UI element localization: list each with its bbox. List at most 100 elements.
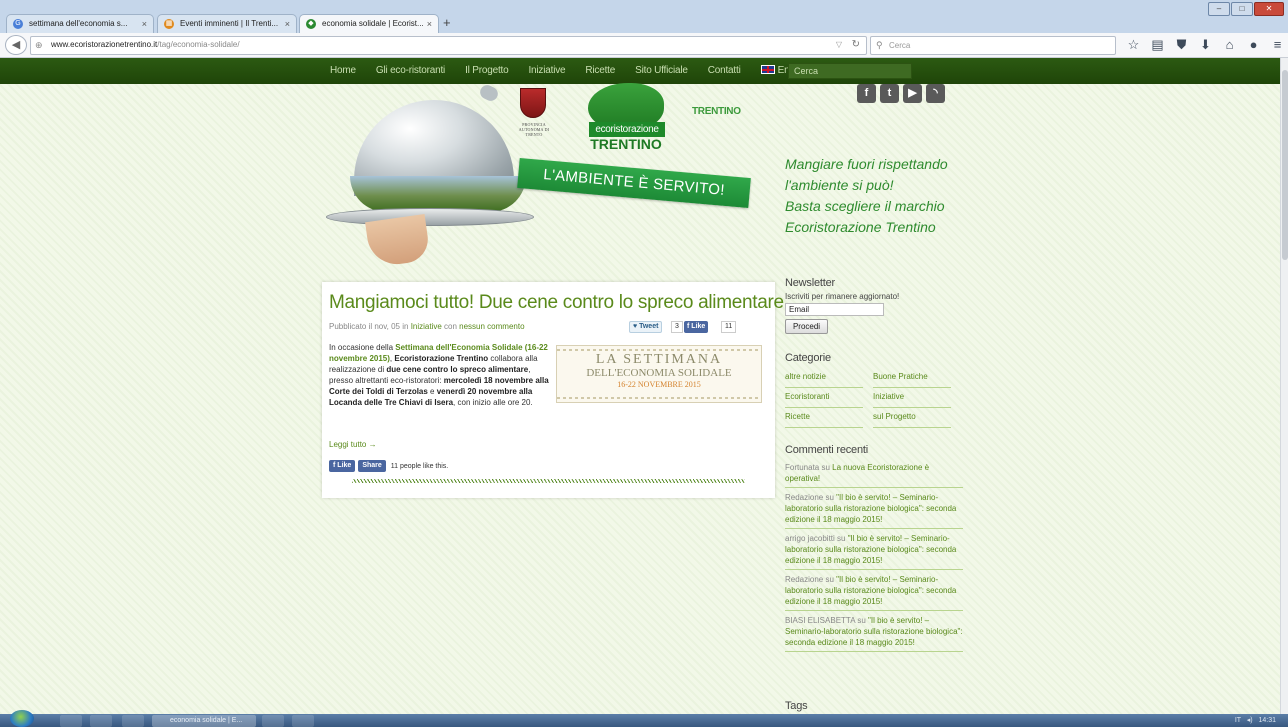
tweet-button[interactable]: ♥ Tweet — [629, 321, 663, 333]
language-indicator[interactable]: IT — [1235, 717, 1241, 724]
facebook-icon[interactable]: f — [857, 84, 876, 103]
category-link[interactable]: Ecoristoranti — [785, 388, 863, 408]
like-label: Like — [691, 323, 706, 330]
facebook-share-row: f Like Share 11 people like this. — [329, 460, 448, 472]
taskbar-firefox-window[interactable]: economia solidale | E... — [152, 715, 256, 727]
url-dropdown-icon[interactable]: ▽ — [836, 40, 842, 49]
tagline-line: Mangiare fuori rispettando — [785, 156, 948, 172]
page-scrollbar[interactable] — [1280, 58, 1288, 714]
comment-author: BIASI ELISABETTA — [785, 616, 856, 625]
ecoristorazione-icon: ◆ — [306, 19, 316, 29]
clock[interactable]: 14:31 — [1258, 717, 1276, 724]
minimize-button[interactable]: – — [1208, 2, 1230, 16]
nav-item-eco-ristoranti[interactable]: Gli eco-ristoranti — [376, 58, 445, 84]
calendar-icon: ▦ — [164, 19, 174, 29]
newsletter-heading: Newsletter — [785, 277, 835, 289]
banner-line: LA SETTIMANA — [595, 352, 723, 367]
fb-share-button[interactable]: Share — [358, 460, 386, 472]
post-card: Mangiamoci tutto! Due cene contro lo spr… — [322, 282, 784, 498]
recent-comment: Fortunata su La nuova Ecoristorazione è … — [785, 462, 963, 488]
taskbar-folder-icon[interactable] — [262, 715, 284, 727]
close-window-button[interactable]: ✕ — [1254, 2, 1284, 16]
category-link[interactable]: sul Progetto — [873, 408, 951, 428]
new-tab-button[interactable]: + — [443, 15, 451, 30]
chat-icon[interactable]: ● — [1245, 37, 1262, 53]
comment-author: arrigo jacobitti — [785, 534, 835, 543]
back-button[interactable]: ◀ — [5, 35, 27, 55]
site-identity-icon[interactable]: ⊕ — [35, 40, 43, 51]
fb-like-button[interactable]: f Like — [329, 460, 356, 472]
tab-eventi[interactable]: ▦ Eventi imminenti | Il Trenti... × — [157, 14, 297, 33]
province-label: PROVINCIA AUTONOMA DI TRENTO — [518, 122, 550, 137]
categories-heading: Categorie — [785, 352, 831, 364]
maximize-button[interactable]: □ — [1231, 2, 1253, 16]
tab-settimana[interactable]: G settimana dell'economia s... × — [6, 14, 154, 33]
meta-comments-link[interactable]: nessun commento — [459, 322, 524, 331]
mountain-scene-image — [350, 176, 526, 212]
nav-item-ricette[interactable]: Ricette — [585, 58, 615, 84]
tagline-line: Ecoristorazione Trentino — [785, 219, 936, 235]
post-title[interactable]: Mangiamoci tutto! Due cene contro lo spr… — [329, 292, 784, 314]
taskbar-explorer-icon[interactable] — [60, 715, 82, 727]
uk-flag-icon — [760, 65, 775, 74]
tagline-line: l'ambiente si può! — [785, 177, 894, 193]
nav-item-contatti[interactable]: Contatti — [708, 58, 741, 84]
nav-item-sito-ufficiale[interactable]: Sito Ufficiale — [635, 58, 688, 84]
fb-like-label: Like — [337, 462, 352, 469]
site-search-input[interactable]: Cerca — [788, 63, 912, 79]
home-icon[interactable]: ⌂ — [1221, 37, 1238, 53]
category-link[interactable]: Buone Pratiche — [873, 368, 951, 388]
logo-trentino-word: TRENTINO — [590, 136, 662, 152]
settimana-banner-image[interactable]: LA SETTIMANA DELL'ECONOMIA SOLIDALE 16-2… — [556, 345, 762, 403]
taskbar-app-icon[interactable] — [122, 715, 144, 727]
rss-icon[interactable]: ◝ — [926, 84, 945, 103]
address-bar[interactable]: ⊕ www.ecoristorazionetrentino.it/tag/eco… — [30, 36, 867, 55]
banner-date: 16-22 NOVEMBRE 2015 — [617, 380, 701, 389]
category-link[interactable]: Iniziative — [873, 388, 951, 408]
recent-comment: Redazione su "Il bio è servito! – Semina… — [785, 492, 963, 529]
twitter-bird-icon: ♥ — [633, 323, 638, 330]
start-button[interactable] — [10, 710, 34, 727]
post-meta: Pubblicato il nov, 05 in Iniziative con … — [329, 322, 525, 331]
browser-search-input[interactable]: ⚲ Cerca — [870, 36, 1116, 55]
facebook-like-button[interactable]: f Like — [684, 321, 709, 333]
google-icon: G — [13, 19, 23, 29]
twitter-icon[interactable]: t — [880, 84, 899, 103]
comment-author: Fortunata — [785, 463, 820, 472]
category-link[interactable]: altre notizie — [785, 368, 863, 388]
categories-list: altre notizie Buone Pratiche Ecoristoran… — [785, 368, 951, 428]
recent-comment: arrigo jacobitti su "Il bio è servito! –… — [785, 533, 963, 570]
browser-toolbar: ◀ ⊕ www.ecoristorazionetrentino.it/tag/e… — [0, 33, 1288, 58]
menu-icon[interactable]: ≡ — [1269, 37, 1286, 53]
nav-item-progetto[interactable]: Il Progetto — [465, 58, 509, 84]
taskbar-media-icon[interactable] — [292, 715, 314, 727]
reload-icon[interactable]: ↻ — [852, 39, 860, 50]
meta-category-link[interactable]: Iniziative — [411, 322, 442, 331]
reading-list-icon[interactable]: ▤ — [1149, 37, 1166, 53]
fb-like-count-text: 11 people like this. — [390, 462, 449, 470]
pocket-icon[interactable]: ⛊ — [1173, 37, 1190, 53]
close-tab-icon[interactable]: × — [427, 15, 432, 33]
province-coat-of-arms — [520, 88, 546, 118]
close-tab-icon[interactable]: × — [142, 15, 147, 33]
read-more-link[interactable]: Leggi tutto → — [329, 440, 377, 449]
tab-title: settimana dell'economia s... — [29, 19, 128, 28]
tweet-count: 3 — [671, 321, 683, 333]
site-navigation: Home Gli eco-ristoranti Il Progetto Iniz… — [0, 58, 1280, 84]
email-field[interactable]: Email — [785, 303, 884, 316]
youtube-icon[interactable]: ▶ — [903, 84, 922, 103]
close-tab-icon[interactable]: × — [285, 15, 290, 33]
volume-icon[interactable]: ◂) — [1247, 717, 1253, 724]
bookmark-star-icon[interactable]: ☆ — [1125, 37, 1142, 53]
tags-heading: Tags — [785, 700, 808, 712]
nav-item-iniziative[interactable]: Iniziative — [528, 58, 565, 84]
taskbar-chrome-icon[interactable] — [90, 715, 112, 727]
submit-newsletter-button[interactable]: Procedi — [785, 319, 828, 334]
tab-economia-solidale[interactable]: ◆ economia solidale | Ecorist... × — [299, 14, 439, 33]
recent-comments-heading: Commenti recenti — [785, 444, 868, 456]
download-icon[interactable]: ⬇ — [1197, 37, 1214, 53]
meta-text: Pubblicato il nov, 05 in — [329, 322, 411, 331]
scrollbar-thumb[interactable] — [1282, 70, 1288, 260]
category-link[interactable]: Ricette — [785, 408, 863, 428]
nav-item-home[interactable]: Home — [330, 58, 356, 84]
